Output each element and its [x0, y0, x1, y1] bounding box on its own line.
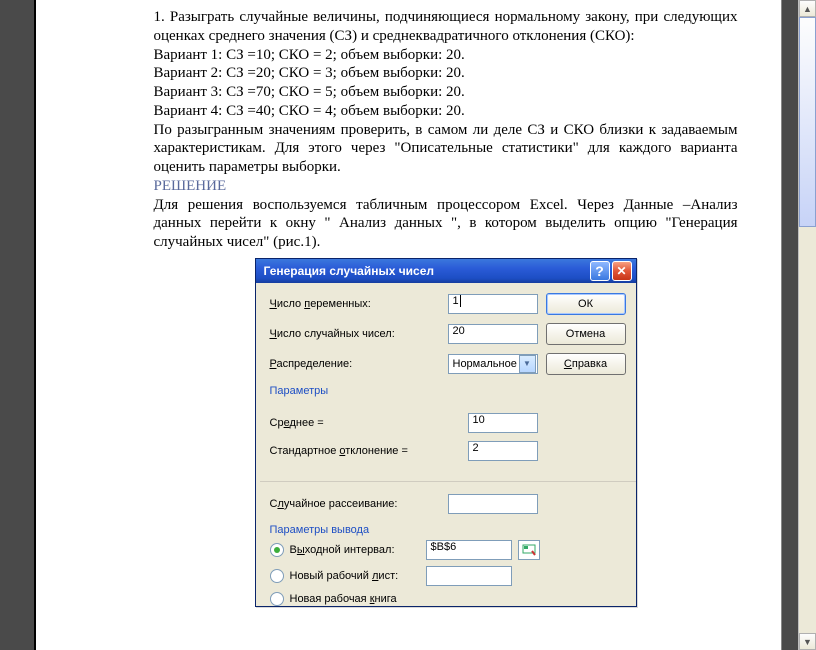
divider	[260, 481, 636, 482]
label-output-range: Выходной интервал:	[290, 544, 420, 556]
group-parameters-title: Параметры	[270, 385, 626, 397]
group-output: Выходной интервал: $B$6 Новый рабочий ли…	[270, 540, 538, 606]
help-button[interactable]: Справка	[546, 353, 626, 375]
label-stdev: Стандартное отклонение =	[270, 445, 460, 457]
scroll-track[interactable]	[799, 17, 816, 633]
select-distribution[interactable]: Нормальное ▼	[448, 354, 538, 374]
input-new-sheet[interactable]	[426, 566, 512, 586]
paragraph-task: 1. Разыграть случайные величины, подчиня…	[154, 8, 738, 46]
label-seed: Случайное рассеивание:	[270, 498, 440, 510]
viewport: 1. Разыграть случайные величины, подчиня…	[0, 0, 816, 650]
label-num-rand: Число случайных чисел:	[270, 328, 440, 340]
scroll-up-icon[interactable]: ▲	[799, 0, 816, 17]
variant-2: Вариант 2: СЗ =20; СКО = 3; объем выборк…	[154, 64, 738, 83]
label-mean: Среднее =	[270, 417, 460, 429]
variant-4: Вариант 4: СЗ =40; СКО = 4; объем выборк…	[154, 102, 738, 121]
page-content: 1. Разыграть случайные величины, подчиня…	[44, 0, 774, 650]
radio-new-book[interactable]	[270, 592, 284, 606]
cancel-button[interactable]: Отмена	[546, 323, 626, 345]
variant-3: Вариант 3: СЗ =70; СКО = 5; объем выборк…	[154, 83, 738, 102]
chevron-down-icon: ▼	[519, 355, 536, 373]
scroll-down-icon[interactable]: ▼	[799, 633, 816, 650]
random-number-dialog: Генерация случайных чисел ? ✕ Число пере…	[255, 258, 637, 607]
paragraph-check: По разыгранным значениям проверить, в са…	[154, 121, 738, 177]
scroll-thumb[interactable]	[799, 17, 816, 227]
vertical-scrollbar[interactable]: ▲ ▼	[798, 0, 816, 650]
range-picker-icon[interactable]	[518, 540, 540, 560]
document-page: 1. Разыграть случайные величины, подчиня…	[34, 0, 782, 650]
close-button-icon[interactable]: ✕	[612, 261, 632, 281]
input-num-vars[interactable]: 1	[448, 294, 538, 314]
input-mean[interactable]: 10	[468, 413, 538, 433]
input-num-rand[interactable]: 20	[448, 324, 538, 344]
ok-button[interactable]: ОК	[546, 293, 626, 315]
group-output-title: Параметры вывода	[270, 524, 626, 536]
input-stdev[interactable]: 2	[468, 441, 538, 461]
radio-output-range[interactable]	[270, 543, 284, 557]
select-distribution-value: Нормальное	[453, 358, 517, 370]
label-num-vars: Число переменных:	[270, 298, 440, 310]
dialog-title: Генерация случайных чисел	[264, 264, 588, 278]
paragraph-solution: Для решения воспользуемся табличным проц…	[154, 196, 738, 252]
radio-new-sheet[interactable]	[270, 569, 284, 583]
label-new-book: Новая рабочая книга	[290, 593, 420, 605]
variant-1: Вариант 1: СЗ =10; СКО = 2; объем выборк…	[154, 46, 738, 65]
help-button-icon[interactable]: ?	[590, 261, 610, 281]
dialog-body: Число переменных: 1 ОК Число случайных ч…	[256, 283, 636, 606]
dialog-titlebar[interactable]: Генерация случайных чисел ? ✕	[256, 259, 636, 283]
solution-heading: РЕШЕНИЕ	[154, 177, 738, 196]
problem-text: 1. Разыграть случайные величины, подчиня…	[154, 8, 738, 252]
input-output-range[interactable]: $B$6	[426, 540, 512, 560]
label-distribution: Распределение:	[270, 358, 440, 370]
label-new-sheet: Новый рабочий лист:	[290, 570, 420, 582]
group-parameters: Среднее = 10 Стандартное отклонение = 2	[270, 405, 538, 469]
input-seed[interactable]	[448, 494, 538, 514]
